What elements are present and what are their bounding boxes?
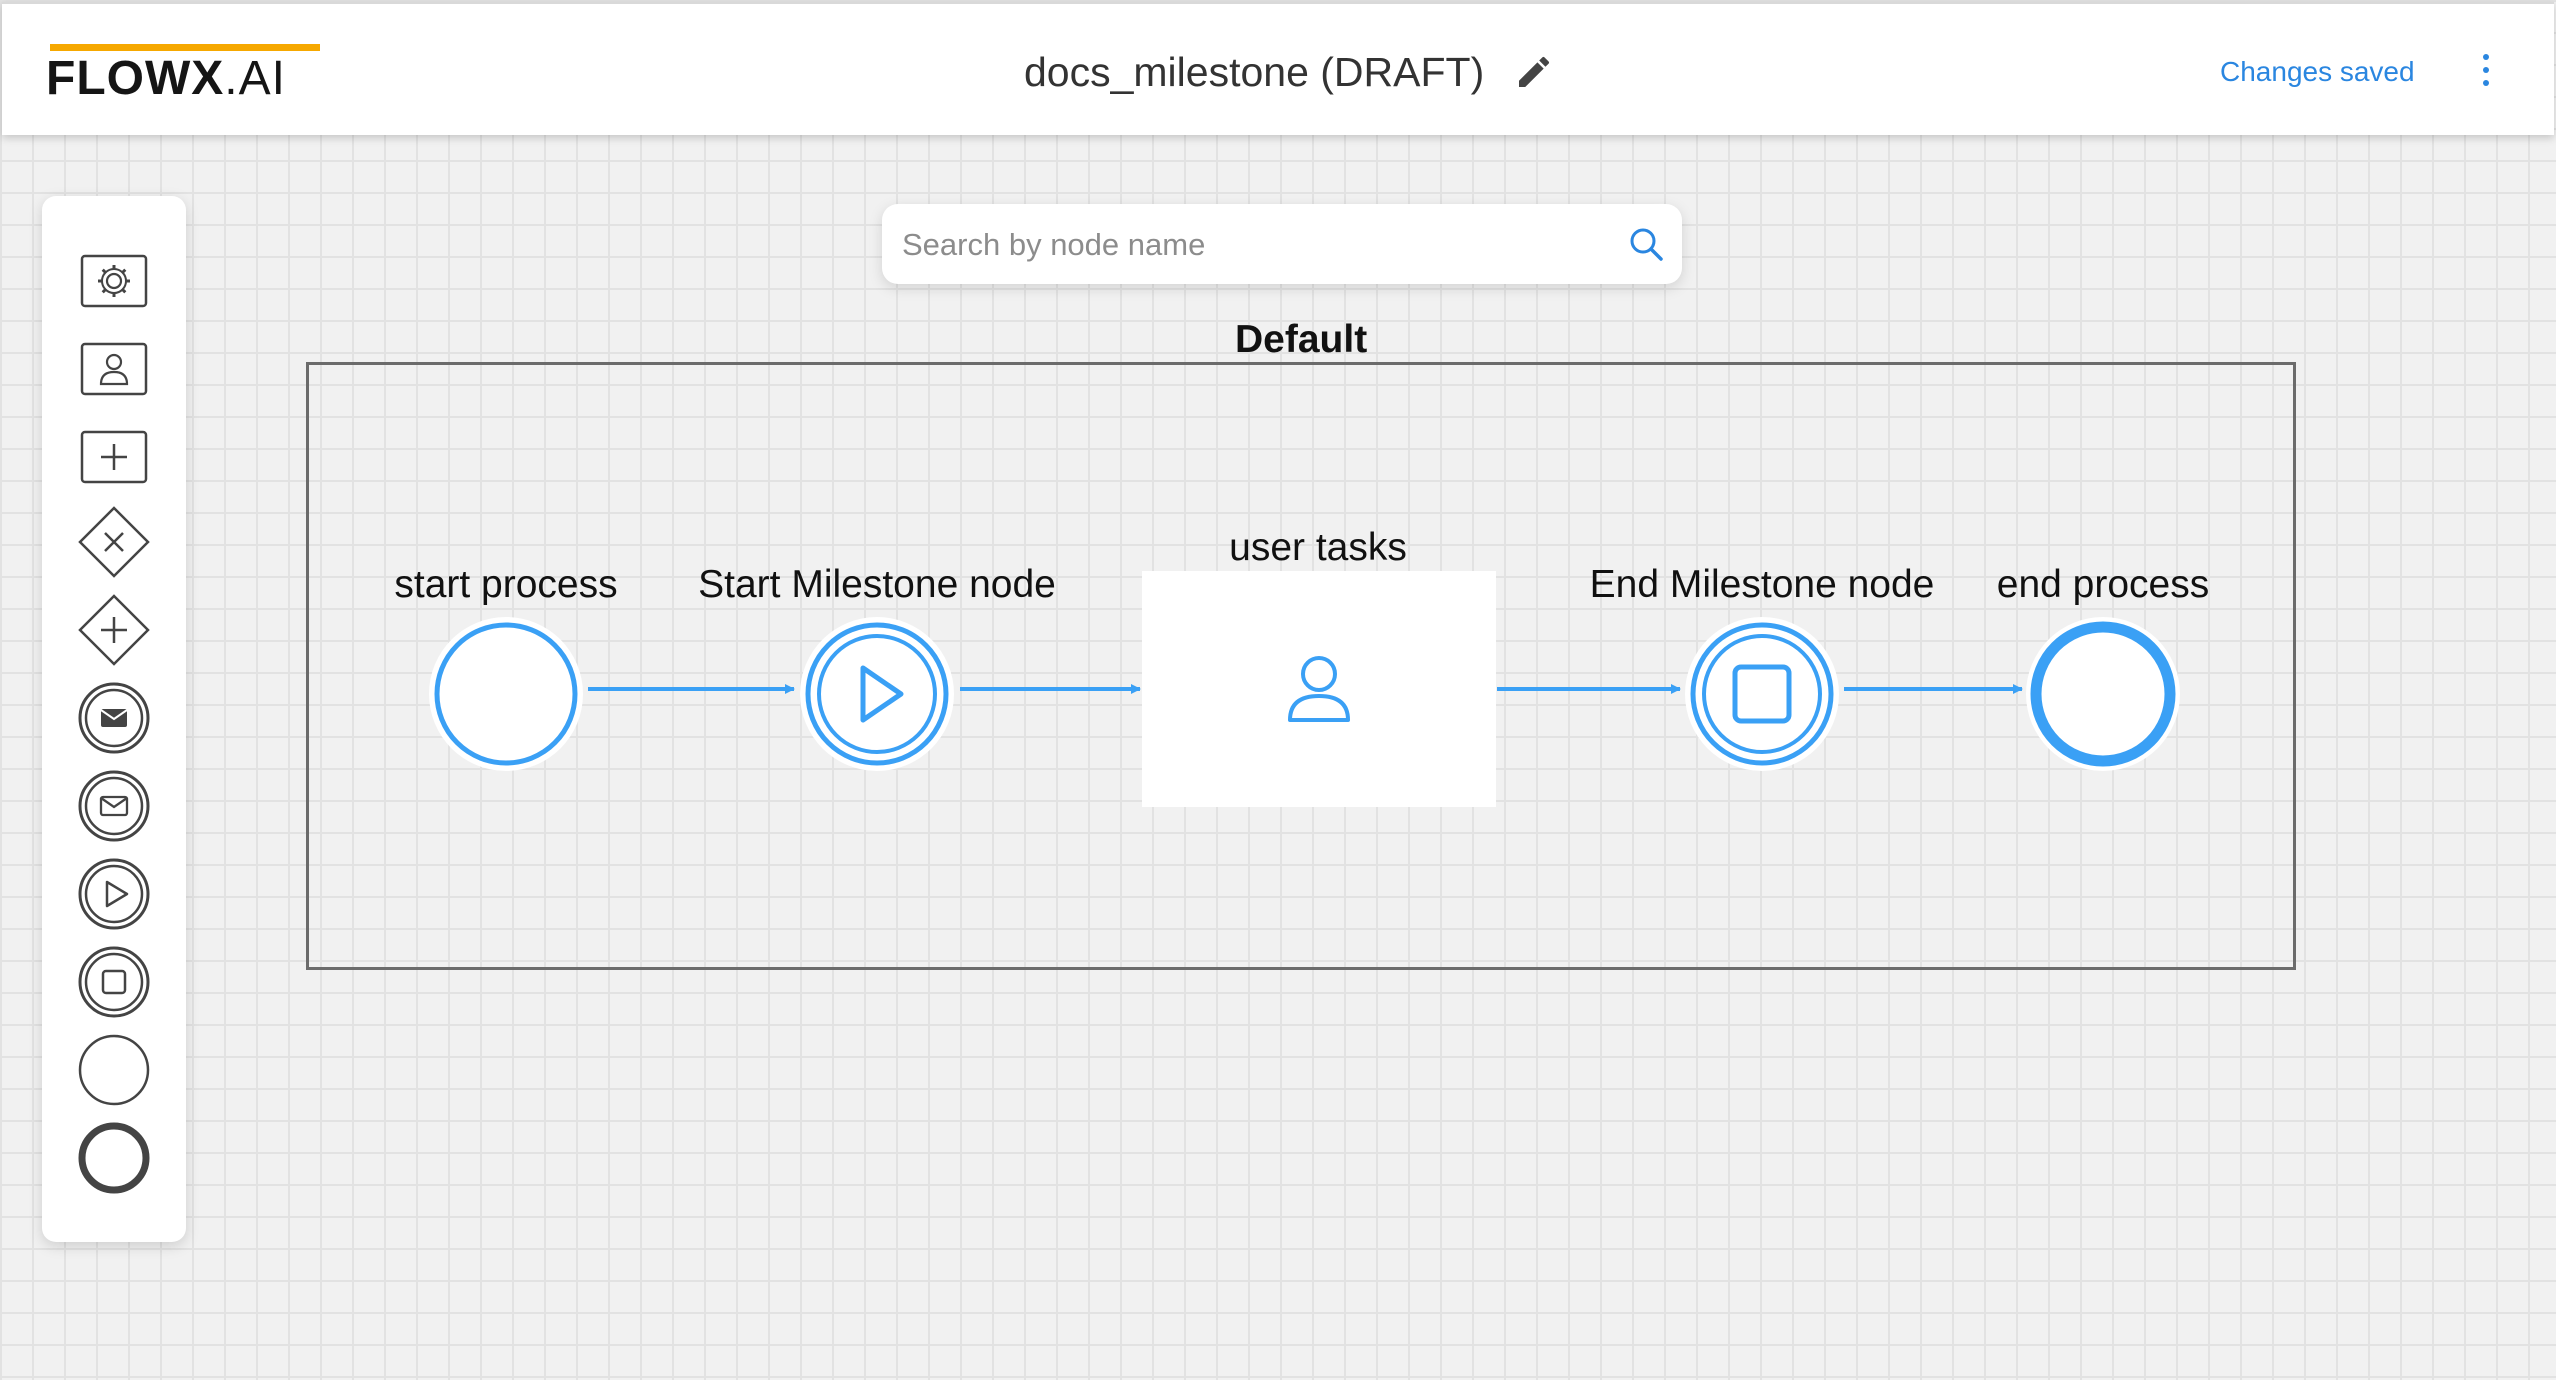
node-label-start-process: start process — [394, 563, 618, 606]
start-milestone-node[interactable] — [797, 614, 957, 779]
node-label-user-tasks: user tasks — [1229, 526, 1407, 569]
node-label-start-milestone: Start Milestone node — [698, 563, 1056, 606]
start-event-node[interactable] — [426, 614, 586, 779]
user-icon — [1288, 656, 1350, 722]
end-milestone-node[interactable] — [1682, 614, 1842, 779]
node-label-end-milestone: End Milestone node — [1589, 563, 1935, 606]
node-label-end-process: end process — [1996, 563, 2210, 606]
user-task-node[interactable] — [1142, 571, 1496, 807]
end-event-node[interactable] — [2023, 614, 2183, 779]
